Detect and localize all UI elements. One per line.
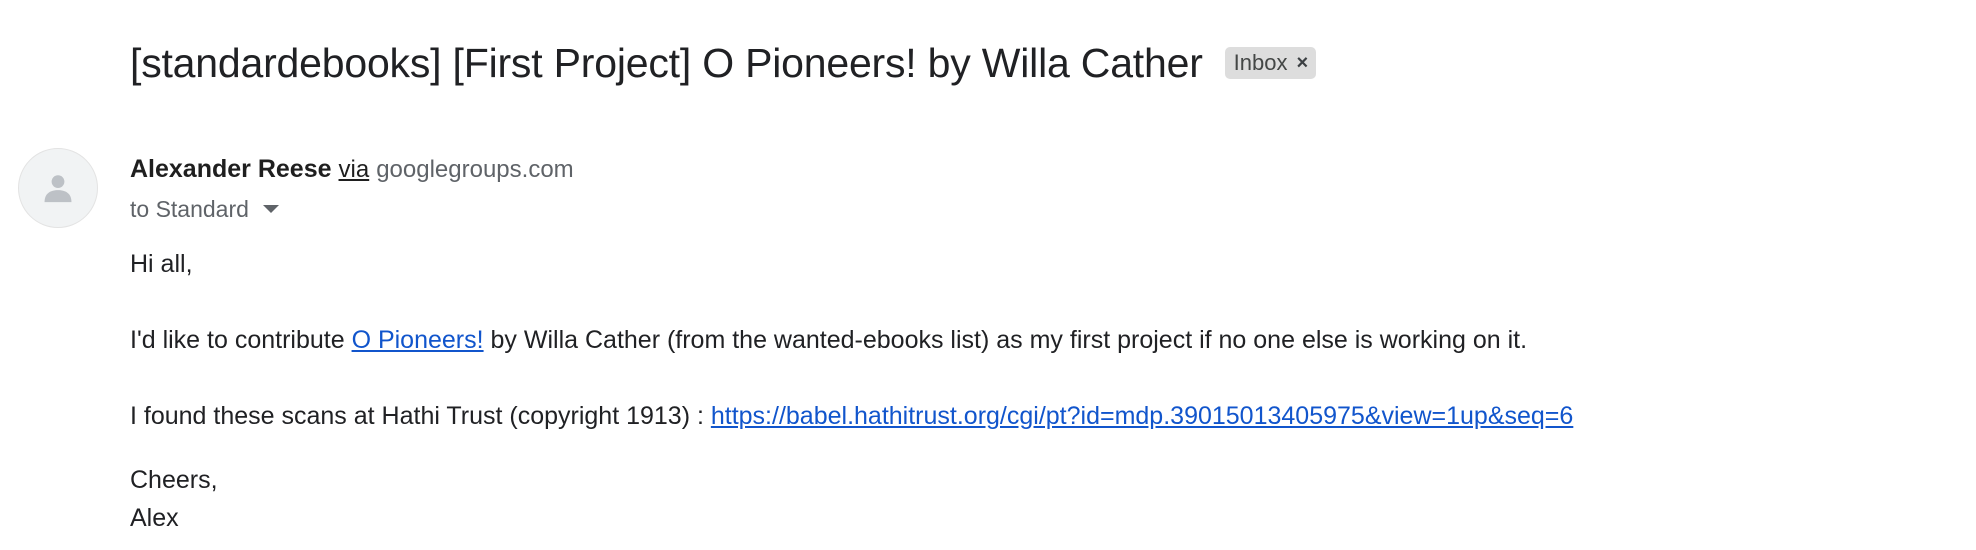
signature: Alex (130, 504, 179, 532)
via-link[interactable]: via (339, 156, 370, 183)
scans-paragraph: I found these scans at Hathi Trust (copy… (130, 397, 1573, 435)
sender-name[interactable]: Alexander Reese (130, 155, 332, 183)
person-icon (44, 175, 72, 203)
sender-row: Alexander Reese via googlegroups.com (130, 152, 574, 187)
subject-row: [standardebooks] [First Project] O Pione… (130, 34, 1317, 92)
recipient-text: to Standard (130, 196, 249, 222)
hathitrust-link[interactable]: https://babel.hathitrust.org/cgi/pt?id=m… (711, 402, 1573, 430)
contribution-text-before: I'd like to contribute (130, 326, 352, 354)
inbox-label-chip[interactable]: Inbox × (1224, 47, 1317, 79)
contribution-paragraph: I'd like to contribute O Pioneers! by Wi… (130, 321, 1573, 359)
o-pioneers-link[interactable]: O Pioneers! (352, 326, 484, 354)
email-view: [standardebooks] [First Project] O Pione… (0, 0, 1976, 550)
label-text: Inbox (1233, 50, 1288, 75)
contribution-text-after: by Willa Cather (from the wanted-ebooks … (483, 326, 1528, 354)
signoff: Cheers, (130, 466, 218, 494)
via-domain: googlegroups.com (376, 156, 574, 183)
caret-down-icon[interactable] (262, 205, 279, 213)
recipient-details-toggle[interactable]: to Standard (130, 192, 279, 226)
close-icon[interactable]: × (1297, 53, 1309, 73)
greeting: Hi all, (130, 250, 193, 278)
scans-text-before: I found these scans at Hathi Trust (copy… (130, 402, 711, 430)
avatar[interactable] (18, 148, 98, 228)
email-subject: [standardebooks] [First Project] O Pione… (130, 40, 1203, 86)
email-body: Hi all, I'd like to contribute O Pioneer… (130, 245, 1573, 537)
